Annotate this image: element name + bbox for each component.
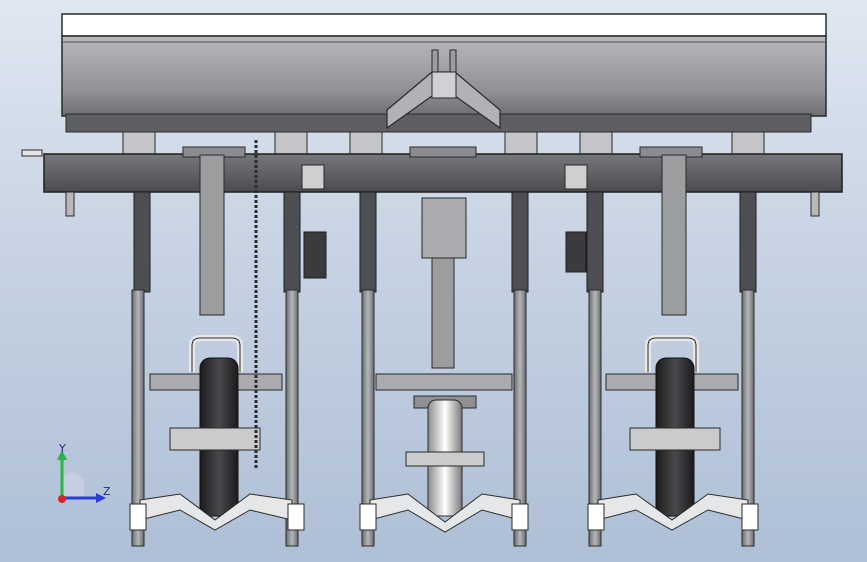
y-axis-label: Y — [59, 442, 66, 455]
planter-assembly-model — [21, 13, 843, 547]
row-unit-left — [129, 154, 305, 547]
z-axis-label: Z — [103, 485, 111, 498]
cad-viewport[interactable]: Y Z — [0, 0, 867, 562]
row-unit-right — [586, 154, 759, 547]
row-unit-center — [359, 191, 529, 547]
tool-frame-beam — [21, 146, 843, 193]
coordinate-triad: Y Z — [50, 440, 120, 510]
